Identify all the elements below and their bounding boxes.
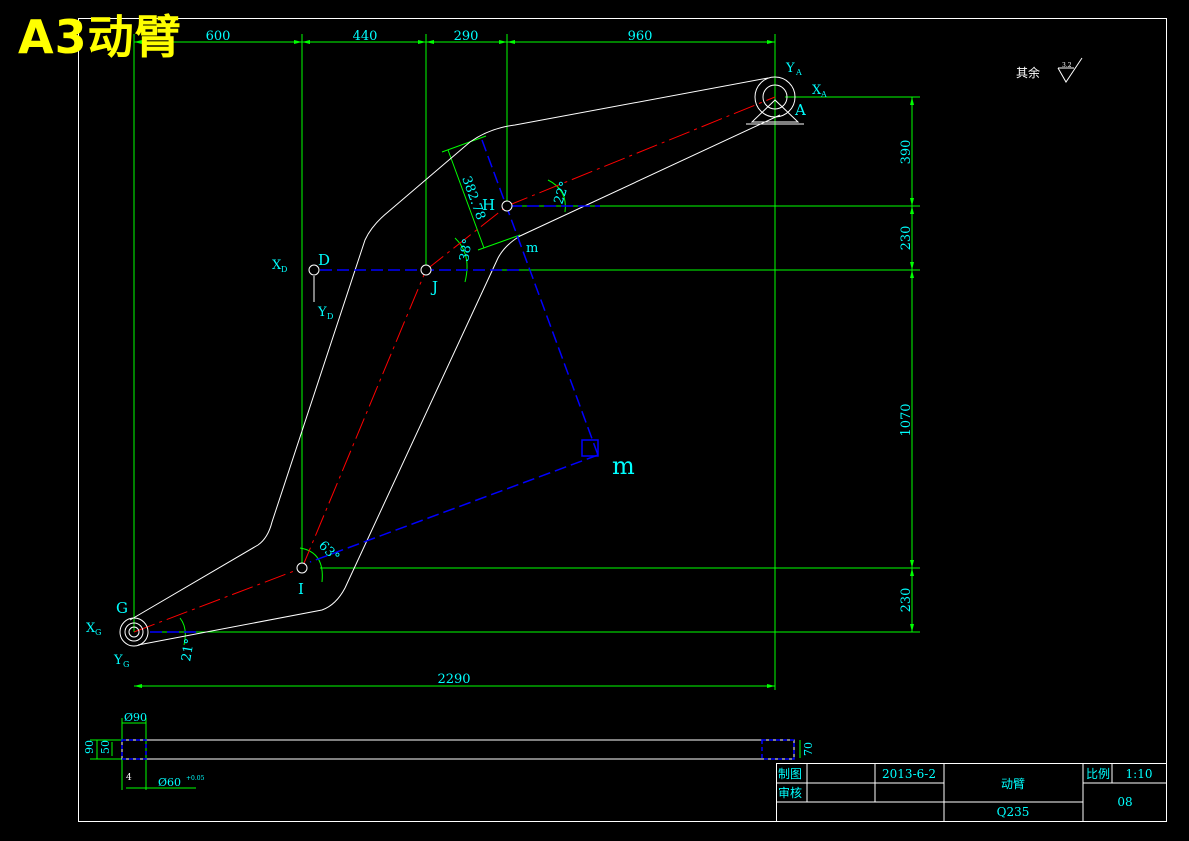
point-m-small: m [526, 241, 538, 256]
red-centerlines [133, 96, 776, 633]
side-h70: 70 [802, 742, 815, 756]
roughness-value: 3.2 [1062, 62, 1072, 69]
cad-drawing: 600 440 290 960 390 230 1070 230 2290 38… [78, 18, 1167, 822]
side-view: Ø90 90 50 Ø60 +0.05 70 4 [83, 711, 815, 789]
surface-note: 其余 [1016, 65, 1040, 80]
label-ya: Y [785, 61, 795, 76]
label-ya-sub: A [795, 68, 802, 77]
dim-390: 390 [899, 140, 914, 165]
side-small: 4 [126, 773, 132, 783]
label-yd-sub: D [327, 312, 333, 321]
label-yg: Y [113, 653, 123, 668]
side-tol: +0.05 [186, 775, 205, 782]
point-a: A [794, 101, 806, 119]
label-xa-sub: A [820, 90, 827, 99]
label-yg-sub: G [123, 660, 129, 669]
dim-440: 440 [353, 29, 378, 44]
dim-290: 290 [454, 29, 479, 44]
point-j: J [430, 278, 438, 296]
dim-230b: 230 [899, 588, 914, 613]
drawing-title: A3动臂 [18, 10, 182, 64]
tb-material: Q235 [997, 805, 1030, 819]
dim-600: 600 [206, 29, 231, 44]
point-d: D [318, 251, 330, 269]
point-h: H [482, 196, 495, 214]
tb-name: 动臂 [1001, 777, 1025, 791]
hinge-circles [119, 76, 804, 647]
tb-date: 2013-6-2 [882, 767, 936, 781]
inner-frame [78, 18, 1167, 822]
angle-21: 21° [179, 637, 198, 662]
label-xd-sub: D [281, 265, 287, 274]
side-bar [121, 739, 795, 760]
tb-scale-label: 比例 [1086, 767, 1110, 781]
dim-1070: 1070 [899, 403, 914, 436]
labels: 600 440 290 960 390 230 1070 230 2290 38… [86, 29, 1072, 687]
point-g: G [116, 599, 128, 617]
dimension-lines [90, 34, 920, 790]
dim-230a: 230 [899, 226, 914, 251]
label-xg-sub: G [95, 628, 101, 637]
dimension-arrows [134, 40, 914, 688]
title-block: 制图 审核 2013-6-2 动臂 比例 1:10 Q235 08 [776, 763, 1167, 822]
dim-2290: 2290 [437, 672, 470, 687]
side-right-bore [761, 739, 795, 760]
dim-960: 960 [628, 29, 653, 44]
blue-lines [150, 139, 600, 633]
tb-drawn-label: 制图 [778, 767, 802, 781]
side-d60: Ø60 [158, 776, 181, 789]
side-left-bore [121, 739, 147, 760]
angle-38: 38° [457, 237, 476, 262]
point-m-large: m [612, 452, 635, 480]
side-d90: Ø90 [124, 711, 147, 724]
side-h90: 90 [83, 740, 96, 754]
boom-outline [129, 77, 781, 646]
tb-scale: 1:10 [1126, 767, 1153, 781]
side-h50: 50 [99, 740, 112, 754]
label-yd: Y [317, 305, 327, 320]
tb-number: 08 [1117, 795, 1132, 809]
tb-checked-label: 审核 [778, 785, 802, 800]
point-i: I [298, 580, 304, 598]
